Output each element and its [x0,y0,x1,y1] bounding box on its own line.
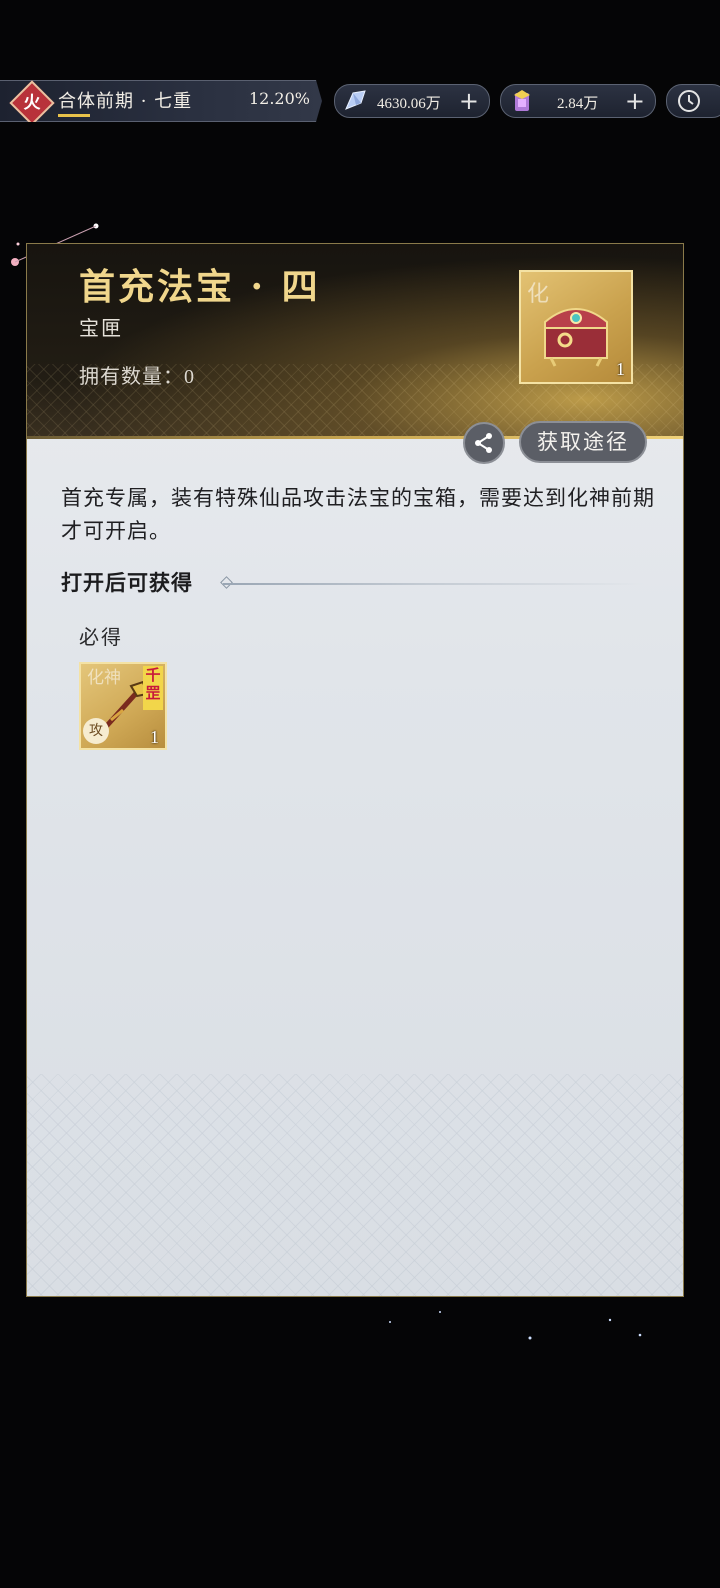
fire-element-label: 火 [23,93,41,113]
realm-progress-bar [58,114,90,117]
attack-type-badge: 攻 [83,718,109,744]
owned-label: 拥有数量： [79,364,184,388]
weapon-name-tag: 千罡 [143,666,163,710]
chest-count: 1 [616,359,625,379]
add-spirit-stone-icon[interactable]: + [459,87,479,115]
item-detail-panel: 首充法宝 · 四 宝匣 拥有数量：0 化 1 获取途径 首充专属，装有特殊仙品攻… [26,243,684,1297]
reward-item-weapon[interactable]: 化神 千罡 攻 1 [79,662,167,750]
ingot-amount: 2.84万 [557,96,599,112]
cultivation-realm-panel[interactable]: 火 合体前期 · 七重 12.20% [0,80,322,122]
item-header: 首充法宝 · 四 宝匣 拥有数量：0 化 1 [27,244,683,439]
item-title: 首充法宝 · 四 [79,266,321,308]
rewards-section-title: 打开后可获得 [61,570,193,595]
ingot-icon [514,90,530,111]
share-button[interactable] [463,422,505,464]
panel-footer-pattern [27,1074,683,1296]
treasure-chest-icon: 化 1 [519,270,633,384]
item-description: 首充专属，装有特殊仙品攻击法宝的宝箱，需要达到化神前期才可开启。 [61,486,655,543]
realm-name: 合体前期 · 七重 [58,91,193,112]
timer-button[interactable] [666,84,720,118]
spirit-stone-counter[interactable]: 4630.06万 + [334,84,490,118]
acquisition-source-button[interactable]: 获取途径 [519,421,647,463]
section-divider-line [223,583,643,585]
top-resource-bar: 火 合体前期 · 七重 12.20% 4630.06万 + 2.84万 + [0,78,720,124]
reward-count: 1 [150,727,159,747]
clock-icon [678,90,700,112]
ingot-counter[interactable]: 2.84万 + [500,84,656,118]
add-ingot-icon[interactable]: + [625,87,645,115]
spirit-stone-icon [345,90,366,110]
spirit-stone-amount: 4630.06万 [377,96,441,112]
realm-progress-text: 12.20% [248,89,310,108]
owned-count: 拥有数量：0 [79,360,195,389]
item-type: 宝匣 [79,316,123,340]
share-icon [475,433,492,453]
chest-illustration [544,308,608,367]
owned-value: 0 [184,366,195,388]
guaranteed-label: 必得 [79,625,123,649]
